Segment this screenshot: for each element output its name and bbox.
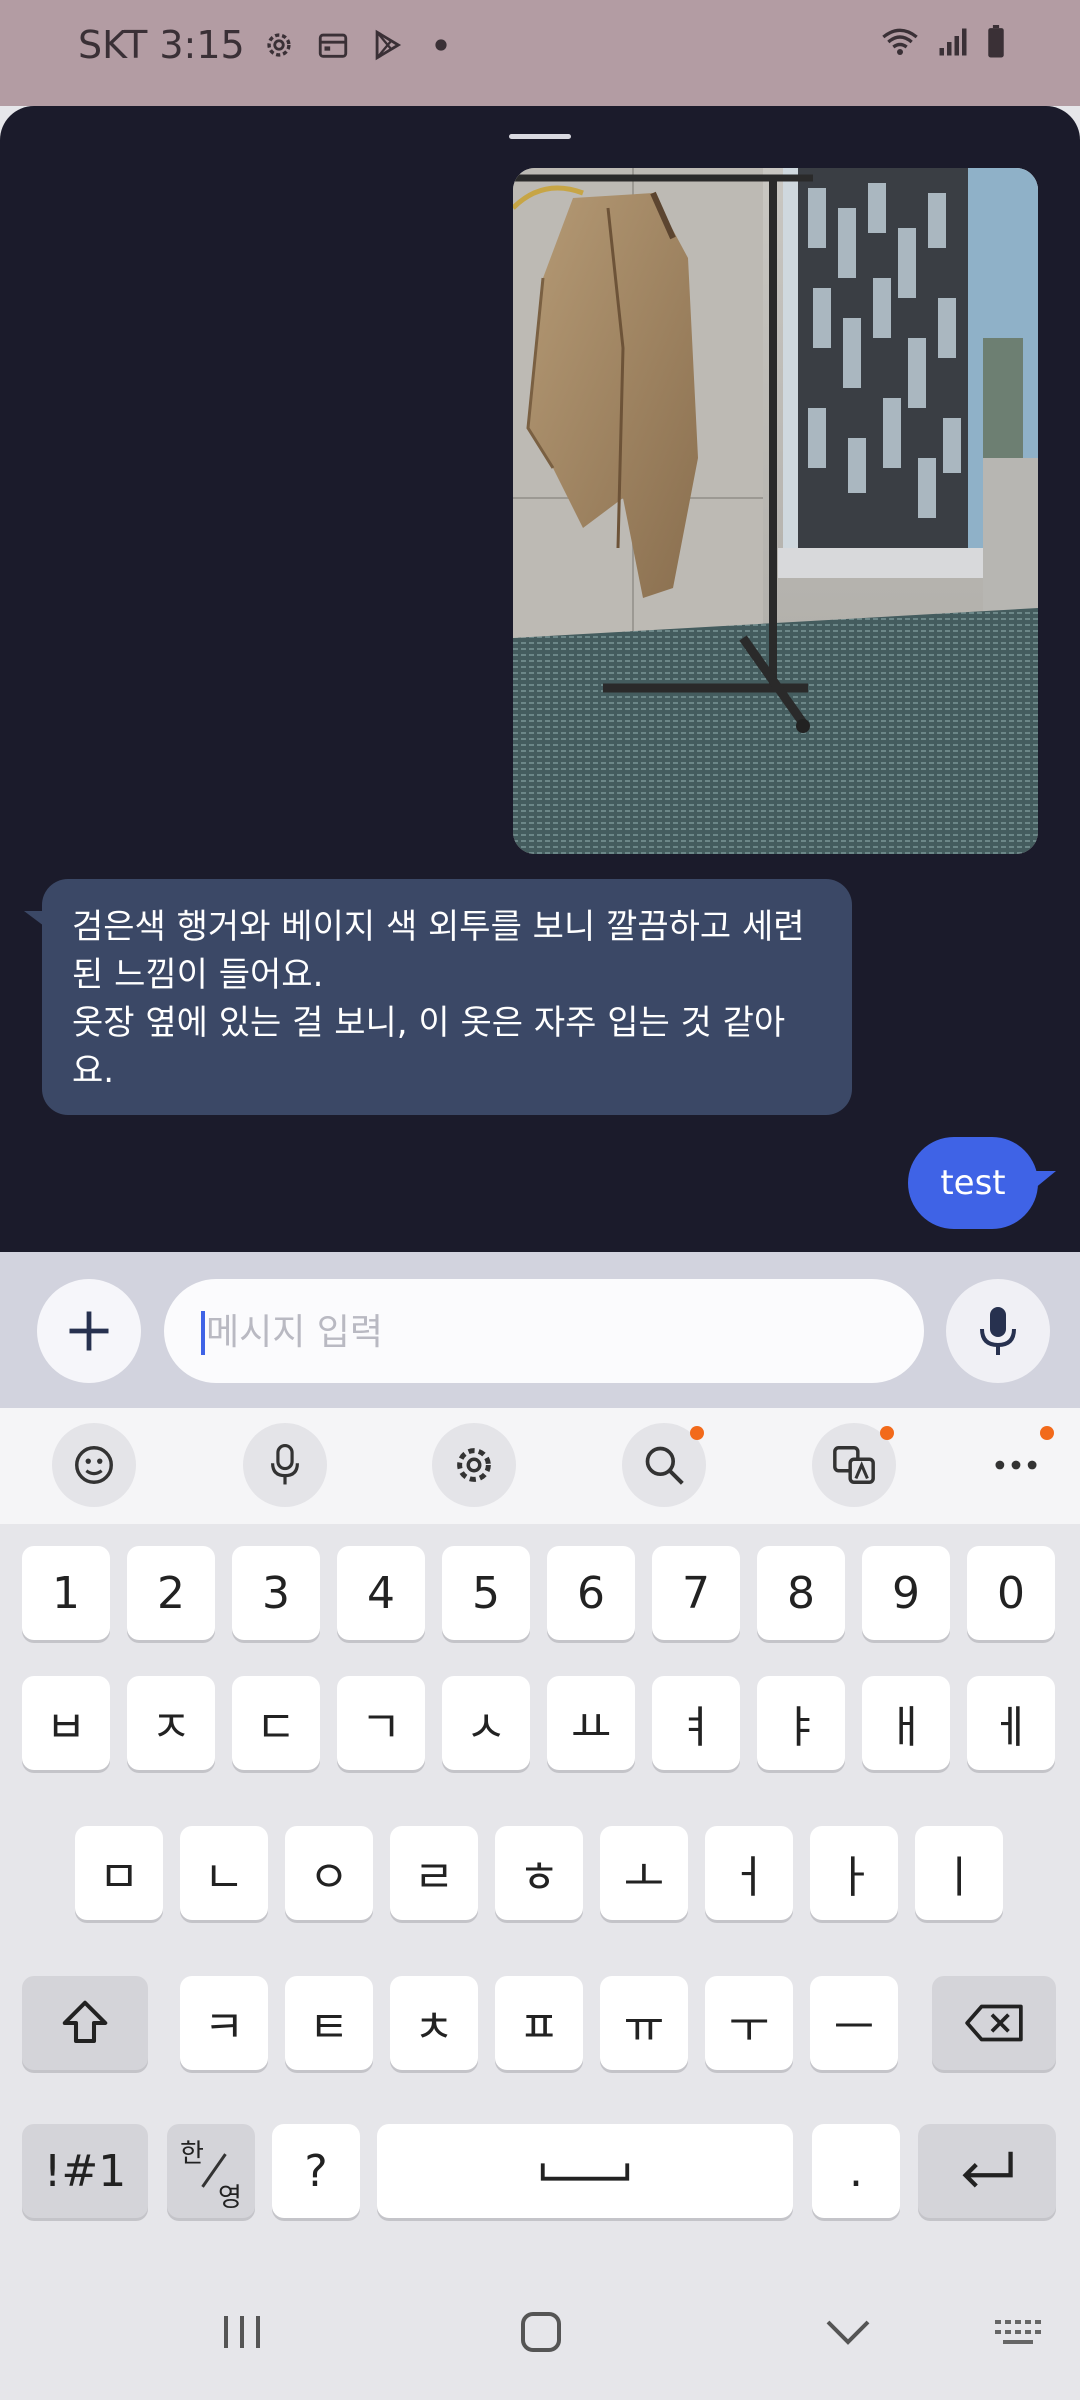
chat-panel[interactable]: 검은색 행거와 베이지 색 외투를 보니 깔끔하고 세련된 느낌이 들어요. 옷…: [0, 106, 1080, 1252]
translate-badge: [880, 1426, 894, 1440]
key-rieul[interactable]: ㄹ: [390, 1826, 478, 1920]
key-digeut[interactable]: ㄷ: [232, 1676, 320, 1770]
keyboard: 1 2 3 4 5 6 7 8 9 0 ㅂ ㅈ ㄷ ㄱ ㅅ ㅛ ㅕ ㅑ ㅐ ㅔ …: [0, 1524, 1080, 2264]
key-nieun[interactable]: ㄴ: [180, 1826, 268, 1920]
home-icon[interactable]: [516, 2302, 566, 2362]
key-5[interactable]: 5: [442, 1546, 530, 1640]
navigation-bar: [0, 2264, 1080, 2400]
key-e[interactable]: ㅔ: [967, 1676, 1055, 1770]
key-mieum[interactable]: ㅁ: [75, 1826, 163, 1920]
key-3[interactable]: 3: [232, 1546, 320, 1640]
key-ae[interactable]: ㅐ: [862, 1676, 950, 1770]
key-yo[interactable]: ㅛ: [547, 1676, 635, 1770]
enter-icon: [962, 2151, 1013, 2188]
sent-message-bubble[interactable]: test: [908, 1137, 1038, 1229]
settings-icon[interactable]: [432, 1423, 516, 1507]
key-tieut[interactable]: ㅌ: [285, 1976, 373, 2070]
search-badge: [690, 1426, 704, 1440]
dot-icon: [421, 25, 461, 65]
backspace-key[interactable]: [932, 1976, 1056, 2070]
question-key[interactable]: ?: [272, 2124, 360, 2218]
key-i[interactable]: ㅣ: [915, 1826, 1003, 1920]
key-giyeok[interactable]: ㄱ: [337, 1676, 425, 1770]
play-store-icon: [367, 25, 407, 65]
lang-korean-label: 한: [180, 2139, 204, 2169]
hide-keyboard-icon[interactable]: [820, 2302, 876, 2362]
shift-key[interactable]: [22, 1976, 148, 2070]
key-u[interactable]: ㅜ: [705, 1976, 793, 2070]
signal-icon: [938, 26, 968, 62]
key-chieut[interactable]: ㅊ: [390, 1976, 478, 2070]
voice-button[interactable]: [946, 1279, 1050, 1383]
message-input-bar: [0, 1252, 1080, 1408]
text-caret: [201, 1311, 205, 1355]
key-ieung[interactable]: ㅇ: [285, 1826, 373, 1920]
key-siot[interactable]: ㅅ: [442, 1676, 530, 1770]
key-a[interactable]: ㅏ: [810, 1826, 898, 1920]
message-field[interactable]: [164, 1279, 924, 1385]
recent-apps-icon[interactable]: [212, 2302, 272, 2362]
emoji-icon[interactable]: [52, 1423, 136, 1507]
key-o[interactable]: ㅗ: [600, 1826, 688, 1920]
key-8[interactable]: 8: [757, 1546, 845, 1640]
voice-input-icon[interactable]: [243, 1423, 327, 1507]
wifi-icon: [880, 24, 920, 64]
enter-key[interactable]: [918, 2124, 1056, 2218]
key-ya[interactable]: ㅑ: [757, 1676, 845, 1770]
more-badge: [1040, 1426, 1054, 1440]
calendar-icon: [313, 25, 353, 65]
key-bieup[interactable]: ㅂ: [22, 1676, 110, 1770]
key-jieut[interactable]: ㅈ: [127, 1676, 215, 1770]
key-2[interactable]: 2: [127, 1546, 215, 1640]
key-eo[interactable]: ㅓ: [705, 1826, 793, 1920]
key-kieuk[interactable]: ㅋ: [180, 1976, 268, 2070]
lang-english-label: 영: [218, 2183, 242, 2213]
received-message-bubble[interactable]: 검은색 행거와 베이지 색 외투를 보니 깔끔하고 세련된 느낌이 들어요. 옷…: [42, 879, 852, 1115]
battery-icon: [986, 25, 1006, 63]
key-9[interactable]: 9: [862, 1546, 950, 1640]
plus-icon: [69, 1311, 109, 1351]
key-1[interactable]: 1: [22, 1546, 110, 1640]
status-bar: SKT 3:15: [0, 0, 1080, 106]
symbols-key[interactable]: !#1: [22, 2124, 148, 2218]
backspace-icon: [965, 2004, 1023, 2042]
key-4[interactable]: 4: [337, 1546, 425, 1640]
period-key[interactable]: .: [812, 2124, 900, 2218]
space-icon: [540, 2163, 630, 2181]
key-eu[interactable]: ㅡ: [810, 1976, 898, 2070]
keyboard-toolbar: [0, 1408, 1080, 1524]
key-hieut[interactable]: ㅎ: [495, 1826, 583, 1920]
drag-handle[interactable]: [509, 134, 571, 139]
message-input[interactable]: [204, 1279, 888, 1385]
sent-bubble-tail: [1034, 1171, 1056, 1189]
microphone-icon: [980, 1307, 1016, 1355]
space-key[interactable]: [377, 2124, 793, 2218]
language-key[interactable]: 한 영: [167, 2124, 255, 2218]
key-pieup[interactable]: ㅍ: [495, 1976, 583, 2070]
key-7[interactable]: 7: [652, 1546, 740, 1640]
key-0[interactable]: 0: [967, 1546, 1055, 1640]
attach-button[interactable]: [37, 1279, 141, 1383]
gear-icon: [259, 25, 299, 65]
key-yeo[interactable]: ㅕ: [652, 1676, 740, 1770]
shift-icon: [62, 2000, 108, 2044]
carrier-time: SKT 3:15: [78, 23, 245, 67]
key-yu[interactable]: ㅠ: [600, 1976, 688, 2070]
shared-photo[interactable]: [513, 168, 1038, 854]
key-6[interactable]: 6: [547, 1546, 635, 1640]
keyboard-switch-icon[interactable]: [990, 2302, 1046, 2362]
